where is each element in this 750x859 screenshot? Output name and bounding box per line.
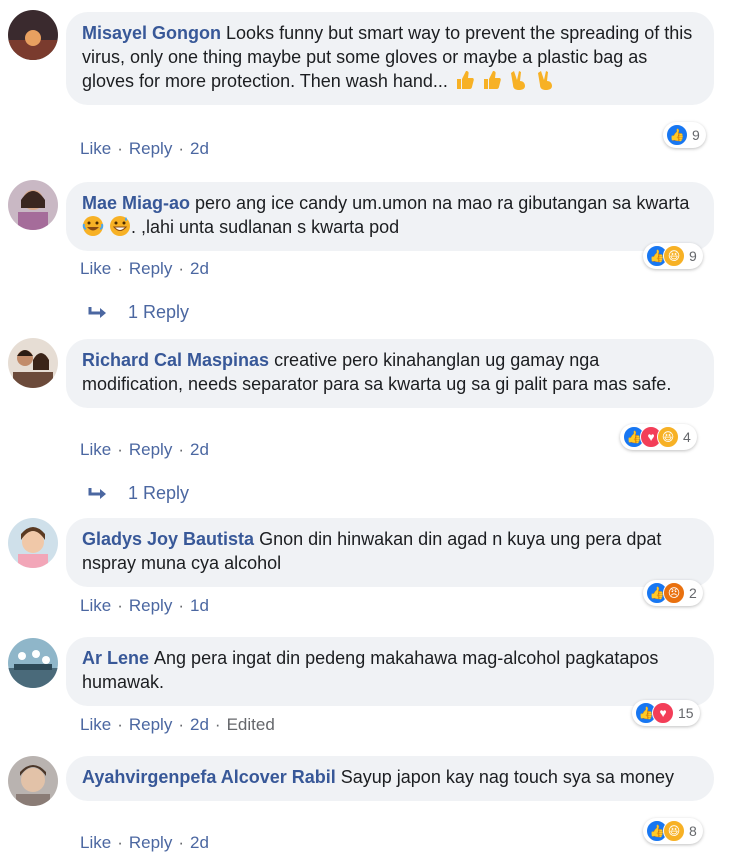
haha-reaction-icon: 😆	[663, 820, 685, 842]
comment-text: Ang pera ingat din pedeng makahawa mag-a…	[82, 648, 659, 692]
reaction-summary[interactable]: 👍 9	[663, 122, 706, 148]
reaction-count: 9	[692, 127, 700, 143]
reply-link[interactable]: Reply	[129, 715, 172, 734]
haha-reaction-icon: 😆	[657, 426, 679, 448]
view-replies-link[interactable]: 1 Reply	[88, 302, 189, 323]
love-reaction-icon: ♥	[652, 702, 674, 724]
like-reaction-icon: 👍	[666, 124, 688, 146]
comment-text-continued: . ,lahi unta sudlanan s kwarta pod	[131, 217, 400, 237]
like-link[interactable]: Like	[80, 715, 111, 734]
like-link[interactable]: Like	[80, 259, 111, 278]
reaction-summary[interactable]: 👍 ♥ 15	[632, 700, 700, 726]
reaction-count: 8	[689, 823, 697, 839]
comment-bubble: Misayel Gongon Looks funny but smart way …	[66, 12, 714, 105]
comment-bubble: Ayahvirgenpefa Alcover Rabil Sayup japon …	[66, 756, 714, 801]
haha-reaction-icon: 😆	[663, 245, 685, 267]
angry-reaction-icon: 😠	[663, 582, 685, 604]
reaction-count: 4	[683, 429, 691, 445]
avatar[interactable]	[8, 338, 58, 388]
comment-author[interactable]: Gladys Joy Bautista	[82, 529, 254, 549]
comment-author[interactable]: Richard Cal Maspinas	[82, 350, 269, 370]
comment-actions: Like · Reply · 2d	[80, 259, 209, 278]
reply-link[interactable]: Reply	[129, 259, 172, 278]
reply-arrow-icon	[88, 487, 106, 499]
comment-bubble: Mae Miag-ao pero ang ice candy um.umon na…	[66, 182, 714, 251]
reaction-summary[interactable]: 👍 😆 8	[643, 818, 703, 844]
edited-label: Edited	[226, 715, 275, 734]
comment-time[interactable]: 1d	[190, 596, 209, 615]
reaction-summary[interactable]: 👍 😆 9	[643, 243, 703, 269]
victory-hand-icon	[534, 69, 556, 91]
avatar[interactable]	[8, 638, 58, 688]
reply-link[interactable]: Reply	[129, 440, 172, 459]
tears-of-joy-icon	[82, 215, 104, 237]
comment-actions: Like · Reply · 2d · Edited	[80, 715, 275, 734]
comment-text: Sayup japon kay nag touch sya sa money	[340, 767, 674, 787]
reply-arrow-icon	[88, 306, 106, 318]
comment-time[interactable]: 2d	[190, 833, 209, 852]
like-link[interactable]: Like	[80, 139, 111, 158]
like-link[interactable]: Like	[80, 596, 111, 615]
reaction-count: 9	[689, 248, 697, 264]
reaction-count: 2	[689, 585, 697, 601]
comment-bubble: Richard Cal Maspinas creative pero kinaha…	[66, 339, 714, 408]
thumbs-up-icon	[480, 69, 502, 91]
comments-list: Misayel Gongon Looks funny but smart way …	[0, 0, 750, 859]
replies-count[interactable]: 1 Reply	[128, 483, 189, 504]
reply-link[interactable]: Reply	[129, 833, 172, 852]
comment-time[interactable]: 2d	[190, 440, 209, 459]
reaction-summary[interactable]: 👍 ♥ 😆 4	[620, 424, 697, 450]
reaction-summary[interactable]: 👍 😠 2	[643, 580, 703, 606]
comment-actions: Like · Reply · 2d	[80, 833, 209, 852]
avatar[interactable]	[8, 180, 58, 230]
comment-actions: Like · Reply · 2d	[80, 139, 209, 158]
comment-author[interactable]: Misayel Gongon	[82, 23, 221, 43]
avatar[interactable]	[8, 518, 58, 568]
comment-actions: Like · Reply · 2d	[80, 440, 209, 459]
avatar[interactable]	[8, 10, 58, 60]
comment-bubble: Ar Lene Ang pera ingat din pedeng makahaw…	[66, 637, 714, 706]
comment-text: pero ang ice candy um.umon na mao ra gib…	[195, 193, 690, 213]
comment-time[interactable]: 2d	[190, 715, 209, 734]
comment-author[interactable]: Ayahvirgenpefa Alcover Rabil	[82, 767, 336, 787]
comment-bubble: Gladys Joy Bautista Gnon din hinwakan din…	[66, 518, 714, 587]
reaction-count: 15	[678, 705, 694, 721]
reply-link[interactable]: Reply	[129, 596, 172, 615]
replies-count[interactable]: 1 Reply	[128, 302, 189, 323]
like-link[interactable]: Like	[80, 833, 111, 852]
reply-link[interactable]: Reply	[129, 139, 172, 158]
view-replies-link[interactable]: 1 Reply	[88, 483, 189, 504]
comment-actions: Like · Reply · 1d	[80, 596, 209, 615]
comment-author[interactable]: Ar Lene	[82, 648, 149, 668]
thumbs-up-icon	[453, 69, 475, 91]
grinning-sweat-icon	[109, 215, 131, 237]
comment-author[interactable]: Mae Miag-ao	[82, 193, 190, 213]
like-link[interactable]: Like	[80, 440, 111, 459]
avatar[interactable]	[8, 756, 58, 806]
comment-time[interactable]: 2d	[190, 259, 209, 278]
comment-time[interactable]: 2d	[190, 139, 209, 158]
victory-hand-icon	[507, 69, 529, 91]
